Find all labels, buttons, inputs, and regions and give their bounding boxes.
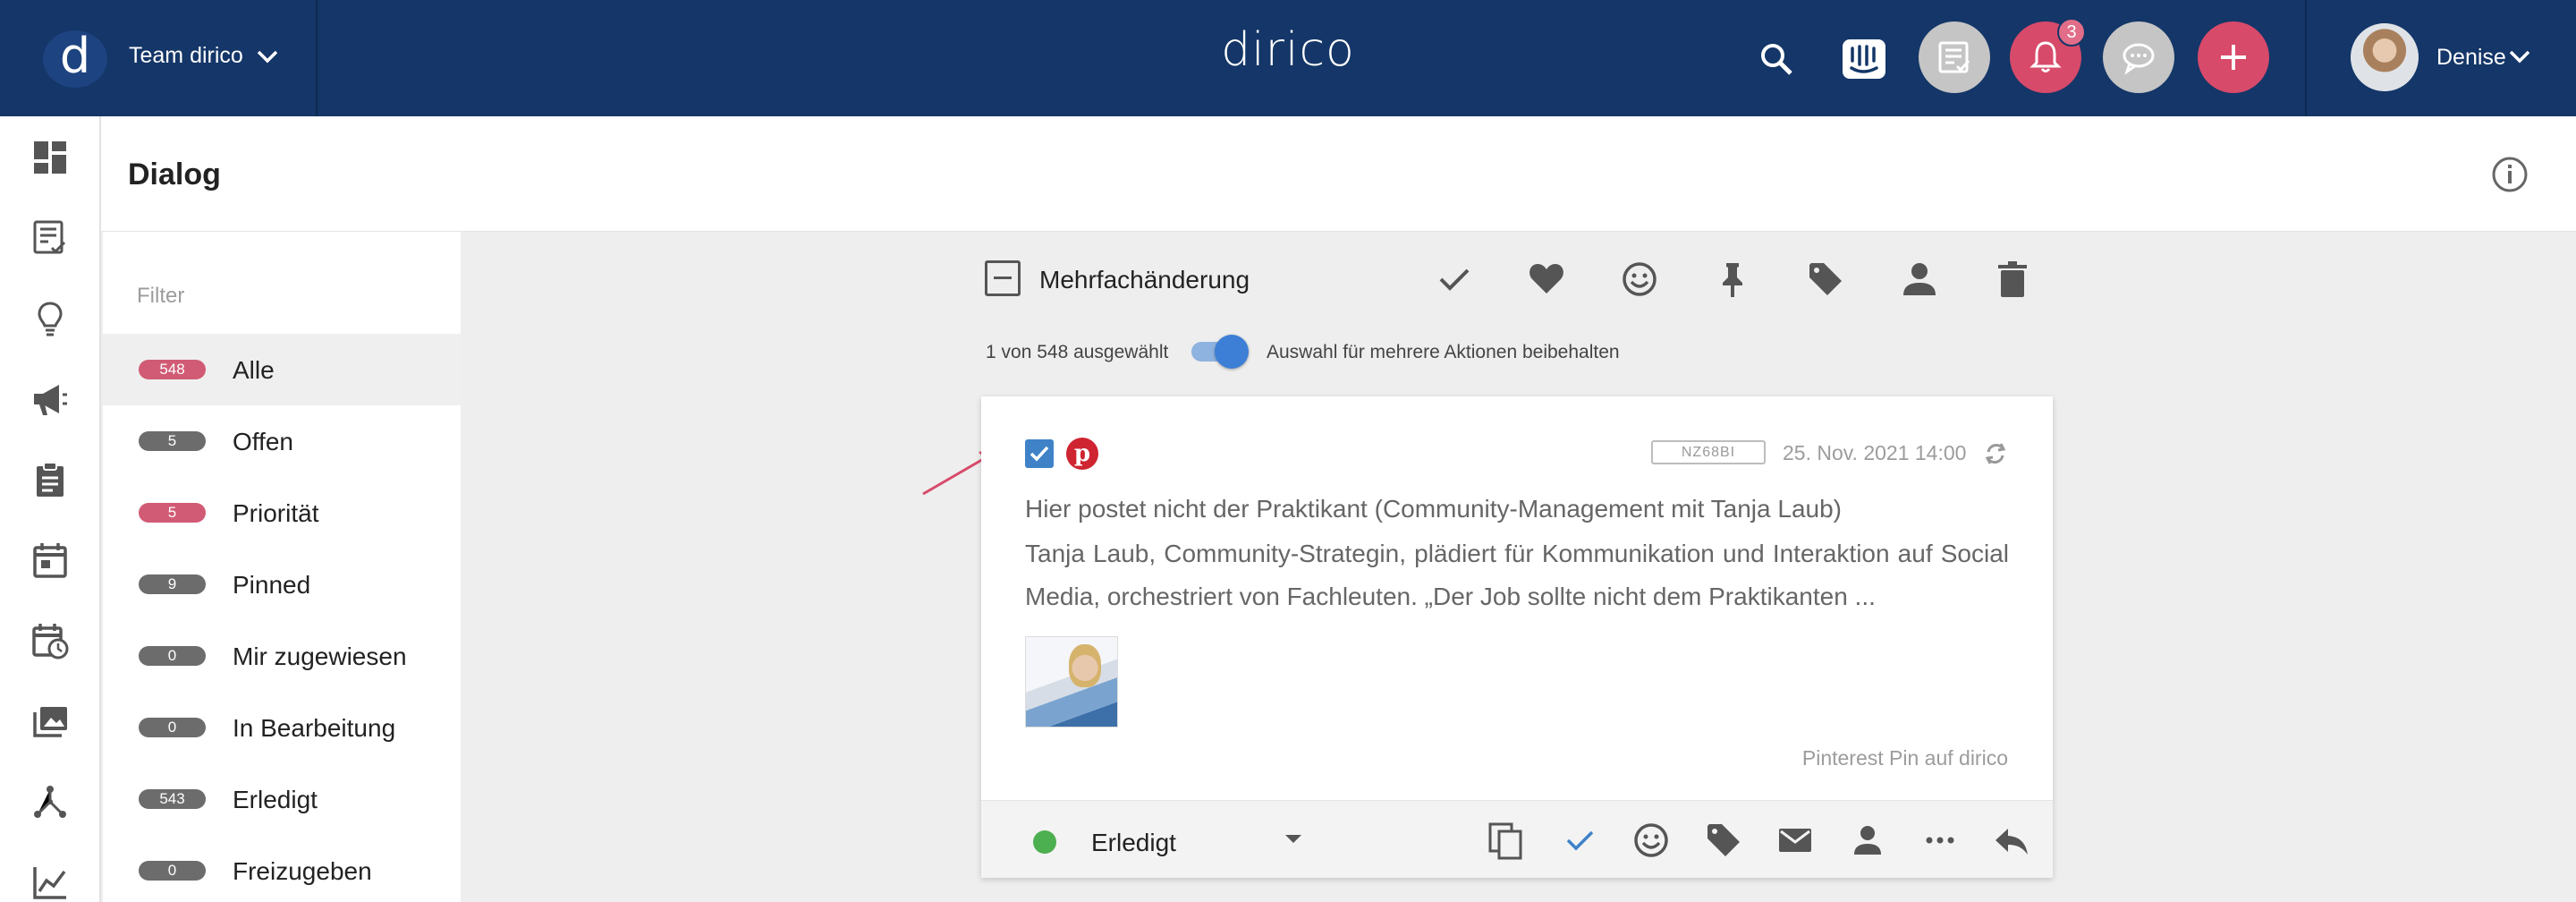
reply-icon[interactable]: [1992, 821, 2031, 860]
team-switcher[interactable]: d Team dirico: [0, 0, 318, 116]
post-card[interactable]: p NZ68BI 25. Nov. 2021 14:00 Hier postet…: [981, 396, 2053, 878]
heart-icon[interactable]: [1527, 260, 1566, 299]
post-source: Pinterest Pin auf dirico: [1801, 746, 2008, 770]
filter-item-erledigt[interactable]: 543 Erledigt: [103, 763, 461, 835]
filter-item-label: Mir zugewiesen: [233, 642, 407, 670]
analytics-icon[interactable]: [30, 863, 70, 902]
page-title: Dialog: [128, 157, 221, 191]
person-icon[interactable]: [1900, 260, 1939, 299]
bell-icon: [2029, 41, 2062, 72]
chevron-down-icon: [257, 50, 278, 64]
copy-icon[interactable]: [1487, 821, 1526, 862]
notification-count-badge: 3: [2057, 18, 2086, 47]
chevron-down-icon[interactable]: [2508, 48, 2531, 64]
messages-button[interactable]: [2103, 21, 2174, 93]
calendar-icon[interactable]: [30, 540, 70, 580]
dashboard-icon[interactable]: [30, 138, 70, 177]
selection-info: 1 von 548 ausgewählt: [986, 342, 1169, 362]
card-footer: Erledigt: [981, 800, 2053, 878]
post-code-badge[interactable]: NZ68BI: [1651, 440, 1766, 464]
select-all-checkbox[interactable]: [985, 260, 1021, 296]
filter-item-prioritaet[interactable]: 5 Priorität: [103, 477, 461, 549]
search-icon[interactable]: [1758, 41, 1794, 77]
schedule-icon[interactable]: [30, 621, 70, 660]
bulk-edit-label: Mehrfachänderung: [1039, 266, 1250, 294]
post-title: Hier postet nicht der Praktikant (Commun…: [1025, 495, 1842, 523]
divider: [2305, 0, 2307, 116]
keep-selection-label: Auswahl für mehrere Aktionen beibehalten: [1267, 342, 1620, 362]
team-logo: d: [43, 30, 107, 88]
filter-item-pinned[interactable]: 9 Pinned: [103, 549, 461, 620]
count-badge: 5: [139, 431, 206, 451]
sync-icon[interactable]: [1981, 439, 2010, 468]
clipboard-icon[interactable]: [30, 460, 70, 499]
filter-panel: Filter 548 Alle 5 Offen 5 Priorität 9 Pi…: [103, 232, 461, 902]
chat-bubble-icon: [2123, 43, 2155, 75]
person-icon[interactable]: [1848, 821, 1887, 860]
trash-icon[interactable]: [1993, 260, 2032, 299]
post-date: 25. Nov. 2021 14:00: [1783, 441, 1967, 464]
filter-item-freizugeben[interactable]: 0 Freizugeben: [103, 835, 461, 902]
count-badge: 9: [139, 574, 206, 594]
count-badge: 0: [139, 718, 206, 737]
thumbnail-portrait: [1069, 644, 1101, 687]
brand-logo: dirico: [1221, 23, 1355, 77]
tag-icon[interactable]: [1806, 260, 1845, 299]
pin-icon[interactable]: [1713, 260, 1752, 299]
left-nav: [0, 116, 101, 902]
check-icon[interactable]: [1560, 821, 1599, 860]
filter-item-label: Freizugeben: [233, 857, 372, 885]
count-badge: 543: [139, 789, 206, 809]
intercom-icon[interactable]: [1843, 39, 1885, 79]
count-badge: 0: [139, 646, 206, 666]
filter-item-label: Pinned: [233, 571, 311, 599]
page-header: Dialog: [101, 116, 2576, 232]
filter-item-mir-zugewiesen[interactable]: 0 Mir zugewiesen: [103, 620, 461, 692]
post-body: Tanja Laub, Community-Strategin, plädier…: [1025, 540, 2009, 610]
filter-input[interactable]: Filter: [137, 284, 184, 309]
filter-item-label: Erledigt: [233, 786, 318, 813]
filter-item-in-bearbeitung[interactable]: 0 In Bearbeitung: [103, 692, 461, 763]
check-icon: [1030, 446, 1049, 462]
count-badge: 548: [139, 360, 206, 379]
filter-item-label: Priorität: [233, 499, 319, 527]
avatar[interactable]: [2351, 23, 2419, 91]
network-icon[interactable]: [30, 782, 70, 821]
info-icon[interactable]: [2491, 156, 2529, 193]
pinterest-icon: p: [1066, 438, 1098, 470]
lightbulb-icon[interactable]: [30, 299, 70, 338]
media-library-icon[interactable]: [30, 702, 70, 741]
mail-icon[interactable]: [1775, 821, 1815, 860]
team-name: Team dirico: [129, 43, 243, 68]
tag-icon[interactable]: [1704, 821, 1743, 860]
filter-item-label: In Bearbeitung: [233, 714, 396, 742]
checklist-icon[interactable]: [30, 218, 70, 258]
more-icon[interactable]: [1920, 821, 1960, 860]
check-icon[interactable]: [1435, 260, 1474, 299]
count-badge: 0: [139, 861, 206, 881]
filter-item-alle[interactable]: 548 Alle: [103, 334, 461, 405]
count-badge: 5: [139, 503, 206, 523]
dropdown-caret-icon[interactable]: [1285, 835, 1301, 843]
filter-item-label: Alle: [233, 356, 275, 384]
tasks-button[interactable]: [1919, 21, 1990, 93]
status-indicator: [1033, 830, 1056, 854]
toggle-knob: [1215, 335, 1249, 369]
filter-item-label: Offen: [233, 428, 293, 455]
user-name[interactable]: Denise: [2436, 45, 2506, 71]
filter-item-offen[interactable]: 5 Offen: [103, 405, 461, 477]
post-thumbnail[interactable]: [1025, 636, 1118, 728]
top-bar: d Team dirico dirico 3 Denise: [0, 0, 2576, 116]
emoji-icon[interactable]: [1631, 821, 1671, 860]
megaphone-icon[interactable]: [30, 379, 70, 419]
create-button[interactable]: [2198, 21, 2269, 93]
card-checkbox[interactable]: [1025, 439, 1054, 468]
emoji-icon[interactable]: [1620, 260, 1659, 299]
status-select[interactable]: Erledigt: [1091, 829, 1176, 857]
checklist-icon: [1938, 41, 1970, 73]
keep-selection-toggle[interactable]: [1191, 335, 1249, 369]
plus-icon: [2221, 45, 2246, 70]
